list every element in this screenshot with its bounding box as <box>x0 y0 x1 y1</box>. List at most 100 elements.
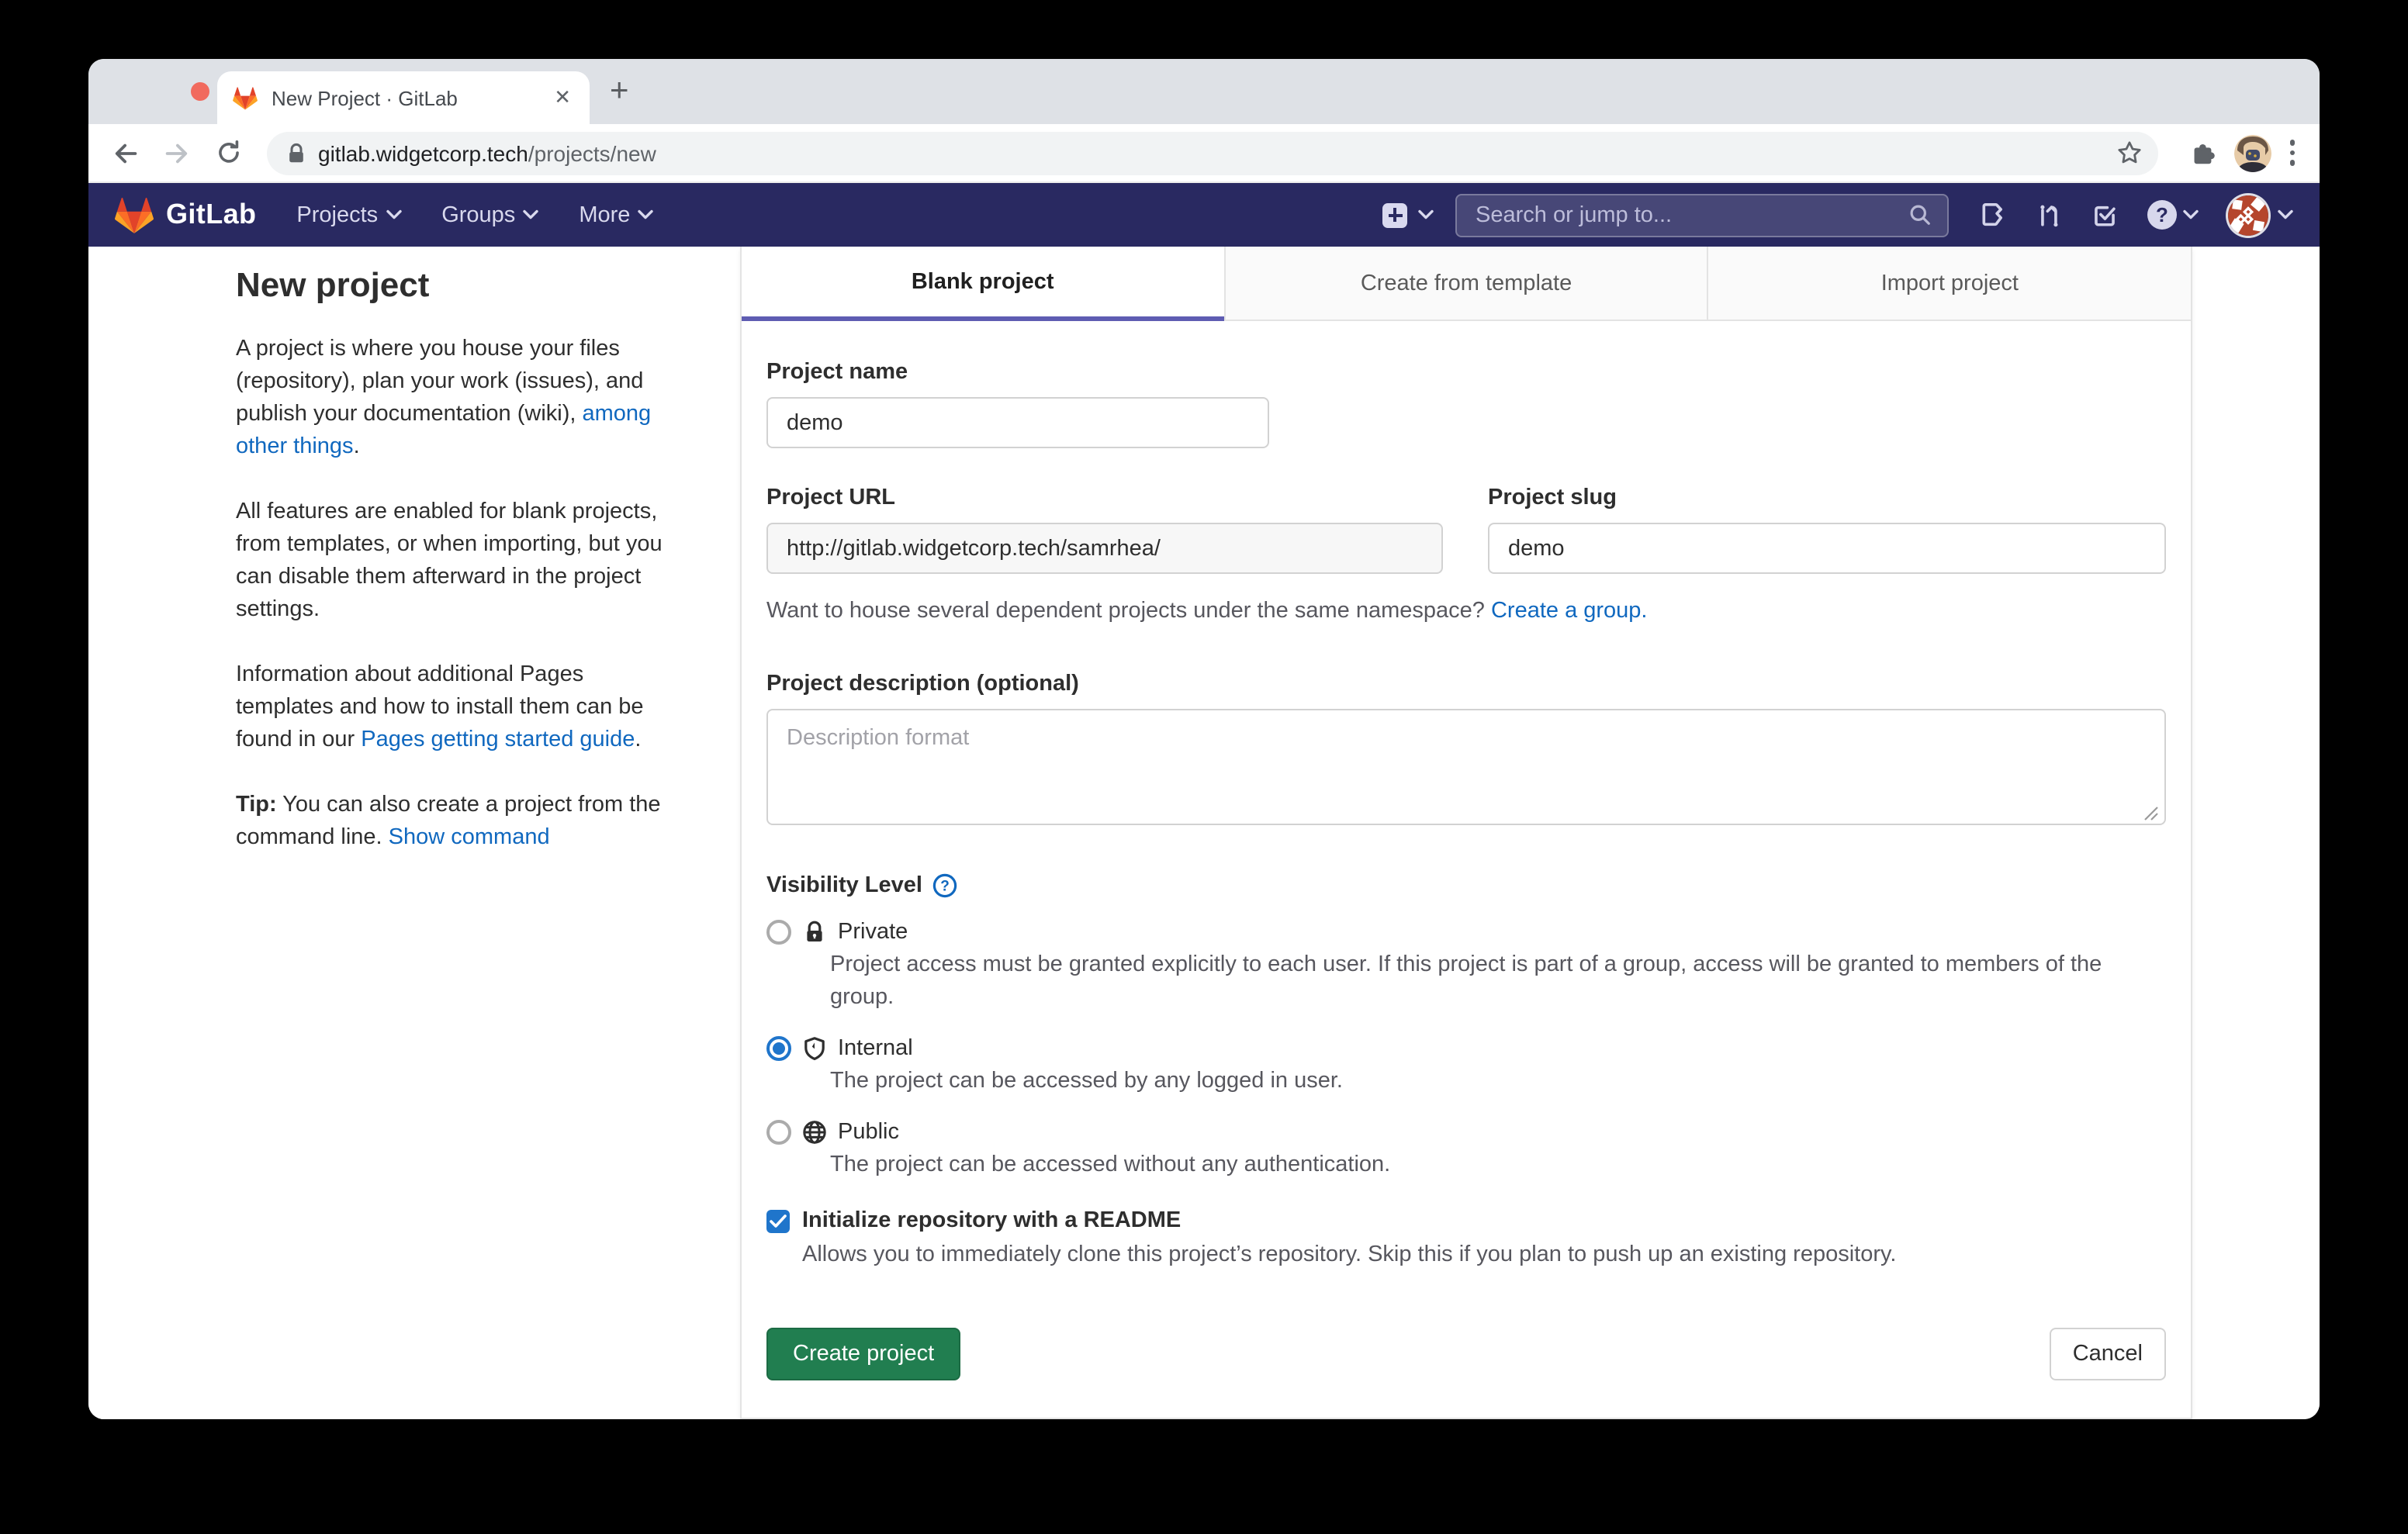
gitlab-brand[interactable]: GitLab <box>115 196 256 233</box>
create-group-link[interactable]: Create a group. <box>1491 599 1648 624</box>
project-url-column: Project URL <box>766 485 1443 574</box>
address-bar[interactable]: gitlab.widgetcorp.tech/projects/new <box>267 131 2157 174</box>
visibility-option-public: Public The project can be accessed witho… <box>766 1120 2166 1182</box>
readme-section: Initialize repository with a README Allo… <box>766 1208 2166 1272</box>
sidebar-paragraph: Information about additional Pages templ… <box>236 659 683 757</box>
menu-more[interactable]: More <box>579 202 653 227</box>
menu-groups[interactable]: Groups <box>441 202 538 227</box>
issues-icon[interactable] <box>1980 202 2006 228</box>
bookmark-star-icon[interactable] <box>2116 140 2142 166</box>
blank-project-form: Project name Project URL Project slug Wa… <box>742 321 2191 1418</box>
readme-label[interactable]: Initialize repository with a README <box>802 1208 1181 1233</box>
visibility-level-label: Visibility Level <box>766 873 922 898</box>
new-tab-button[interactable]: + <box>610 73 629 110</box>
close-window-button[interactable] <box>191 82 209 101</box>
chevron-down-icon <box>523 209 538 220</box>
internal-radio[interactable] <box>766 1036 791 1061</box>
tab-blank-project[interactable]: Blank project <box>742 247 1223 321</box>
project-slug-column: Project slug <box>1488 485 2166 574</box>
visibility-option-internal: Internal The project can be accessed by … <box>766 1036 2166 1098</box>
form-actions: Create project Cancel <box>766 1328 2166 1380</box>
chevron-down-icon <box>1418 209 1434 220</box>
gitlab-favicon <box>233 86 258 109</box>
project-url-input[interactable] <box>766 523 1443 574</box>
project-description-label: Project description (optional) <box>766 672 2166 696</box>
project-name-input[interactable] <box>766 397 1269 448</box>
tab-title: New Project · GitLab <box>272 86 551 109</box>
browser-tab[interactable]: New Project · GitLab ✕ <box>217 71 590 124</box>
project-slug-input[interactable] <box>1488 523 2166 574</box>
option-description: Project access must be granted explicitl… <box>830 949 2143 1014</box>
plus-square-icon <box>1382 202 1407 227</box>
option-label[interactable]: Internal <box>838 1036 913 1061</box>
browser-profile-avatar[interactable] <box>2233 134 2271 171</box>
option-label[interactable]: Private <box>838 920 908 945</box>
readme-checkbox[interactable] <box>766 1209 790 1232</box>
gitlab-navbar: GitLab Projects Groups More <box>88 183 2320 247</box>
close-tab-icon[interactable]: ✕ <box>551 85 574 110</box>
show-command-link[interactable]: Show command <box>389 825 550 850</box>
global-search[interactable] <box>1455 193 1949 237</box>
new-project-panel: Blank project Create from template Impor… <box>740 247 2192 1419</box>
new-menu-button[interactable] <box>1382 202 1434 227</box>
readme-head: Initialize repository with a README <box>766 1208 2166 1233</box>
visibility-help-icon[interactable]: ? <box>933 873 958 898</box>
search-input[interactable] <box>1472 201 1908 229</box>
create-project-button[interactable]: Create project <box>766 1328 960 1380</box>
private-radio[interactable] <box>766 920 791 945</box>
pages-guide-link[interactable]: Pages getting started guide <box>361 727 635 752</box>
tab-import-project[interactable]: Import project <box>1707 247 2191 321</box>
url-slug-row: Project URL Project slug <box>766 485 2166 574</box>
project-name-label: Project name <box>766 360 2166 385</box>
check-icon <box>770 1214 787 1228</box>
chevron-down-icon <box>638 209 653 220</box>
url-path: /projects/new <box>528 140 656 165</box>
todo-icon[interactable] <box>2091 202 2118 228</box>
project-url-label: Project URL <box>766 485 1443 510</box>
option-description: The project can be accessed without any … <box>830 1149 2143 1182</box>
option-head: Private <box>766 920 2166 945</box>
chevron-down-icon <box>386 209 401 220</box>
menu-projects[interactable]: Projects <box>296 202 401 227</box>
resize-grip-icon[interactable] <box>2144 807 2158 821</box>
description-field-wrap <box>766 709 2166 833</box>
extensions-puzzle-icon[interactable] <box>2187 138 2216 168</box>
merge-request-icon[interactable] <box>2036 202 2062 228</box>
option-description: The project can be accessed by any logge… <box>830 1066 2143 1098</box>
browser-window: New Project · GitLab ✕ + gitlab.widgetc <box>88 59 2320 1419</box>
url-text: gitlab.widgetcorp.tech/projects/new <box>318 140 2106 165</box>
search-icon <box>1908 203 1932 226</box>
page-title: New project <box>236 265 683 306</box>
svg-text:?: ? <box>941 879 950 895</box>
help-menu[interactable]: ? <box>2147 200 2199 230</box>
url-domain: gitlab.widgetcorp.tech <box>318 140 528 165</box>
reload-icon[interactable] <box>213 137 244 168</box>
sidebar-paragraph: A project is where you house your files … <box>236 333 683 464</box>
namespace-hint: Want to house several dependent projects… <box>766 599 2166 624</box>
user-avatar[interactable] <box>2228 195 2268 235</box>
option-head: Public <box>766 1120 2166 1145</box>
avatar-chevron-icon[interactable] <box>2278 209 2293 220</box>
browser-menu-icon[interactable] <box>2289 140 2295 166</box>
sidebar-tip: Tip: You can also create a project from … <box>236 789 683 855</box>
cancel-button[interactable]: Cancel <box>2050 1328 2166 1380</box>
sidebar: New project A project is where you house… <box>236 265 683 887</box>
visibility-level-row: Visibility Level ? <box>766 873 2166 898</box>
project-type-tabs: Blank project Create from template Impor… <box>742 247 2191 321</box>
readme-description: Allows you to immediately clone this pro… <box>802 1239 2166 1272</box>
forward-icon[interactable] <box>161 137 192 168</box>
lock-icon <box>802 920 827 945</box>
project-slug-label: Project slug <box>1488 485 2166 510</box>
gitlab-logo <box>115 196 154 233</box>
gitlab-wordmark: GitLab <box>166 199 256 231</box>
project-description-textarea[interactable] <box>766 709 2166 825</box>
public-radio[interactable] <box>766 1120 791 1145</box>
browser-toolbar: gitlab.widgetcorp.tech/projects/new <box>88 124 2320 183</box>
tab-create-from-template[interactable]: Create from template <box>1223 247 1707 321</box>
option-head: Internal <box>766 1036 2166 1061</box>
chevron-down-icon <box>2183 209 2199 220</box>
back-icon[interactable] <box>110 137 141 168</box>
navbar-right: ? <box>1382 193 2293 237</box>
option-label[interactable]: Public <box>838 1120 899 1145</box>
globe-icon <box>802 1120 827 1145</box>
